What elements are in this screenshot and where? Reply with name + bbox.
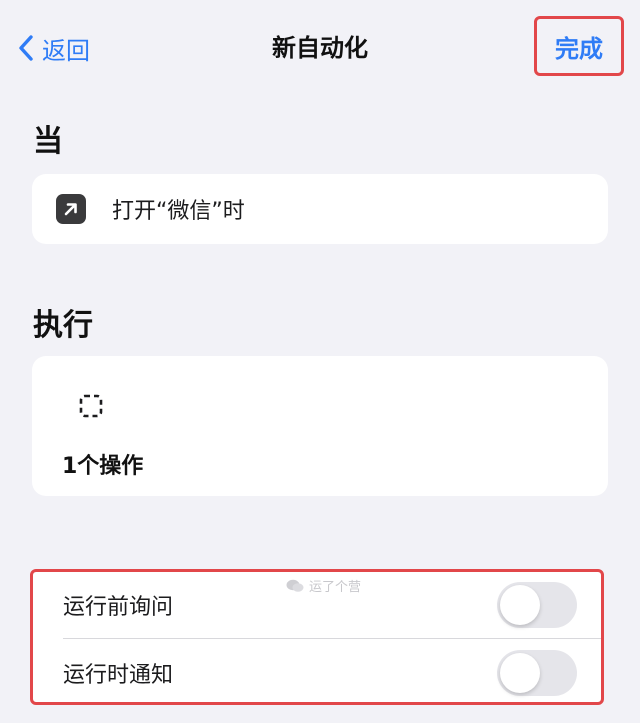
- ask-before-running-toggle[interactable]: [497, 581, 577, 628]
- done-highlight: 完成: [534, 16, 624, 76]
- when-header: 当: [33, 124, 63, 159]
- row-divider: [63, 638, 601, 639]
- dashed-square-icon: [79, 394, 103, 422]
- trigger-label: 打开“微信”时: [112, 199, 245, 224]
- notify-when-run-toggle[interactable]: [497, 649, 577, 696]
- notify-when-run-row: 运行时通知: [33, 640, 601, 705]
- toggle-knob: [500, 584, 540, 625]
- notify-when-run-label: 运行时通知: [63, 662, 174, 688]
- navigation-bar: 返回 新自动化 完成: [0, 0, 640, 96]
- do-header: 执行: [33, 308, 93, 343]
- action-card[interactable]: 1个操作: [32, 356, 608, 496]
- ask-before-running-label: 运行前询问: [63, 594, 174, 620]
- trigger-card[interactable]: 打开“微信”时: [32, 174, 608, 244]
- action-count-label: 1个操作: [62, 454, 144, 479]
- arrow-up-right-icon: [56, 194, 86, 224]
- new-automation-screen: 返回 新自动化 完成 当 打开“微信”时 执行 1个操作 运行前询问 运行时通知…: [0, 0, 640, 723]
- toggle-knob: [500, 652, 540, 693]
- wechat-logo-icon: [286, 579, 304, 593]
- watermark-text: 运了个营: [309, 580, 362, 595]
- done-button[interactable]: 完成: [555, 29, 603, 64]
- watermark: 运了个营: [286, 576, 361, 595]
